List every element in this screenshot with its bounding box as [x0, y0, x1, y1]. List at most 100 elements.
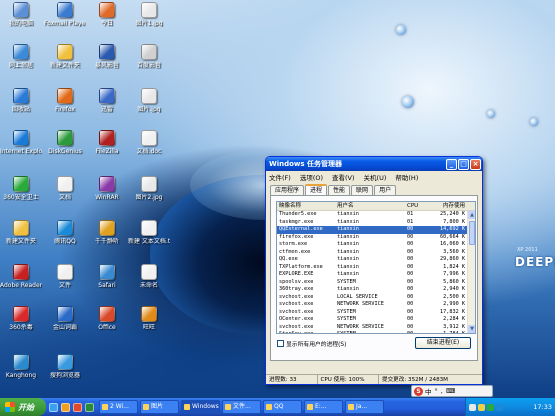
- process-row[interactable]: storm.exe tianxin 00 16,060 K: [277, 241, 475, 249]
- taskbar-button[interactable]: 图片: [140, 400, 179, 414]
- tab-applications[interactable]: 应用程序: [270, 185, 305, 195]
- process-row[interactable]: StorSrv.exe SYSTEM 00 1,784 K: [277, 331, 475, 333]
- desktop-icon[interactable]: 迅雷: [86, 88, 128, 124]
- process-row[interactable]: Thunder5.exe tianxin 01 25,240 K: [277, 211, 475, 219]
- desktop-icon[interactable]: 百度影音: [128, 44, 170, 80]
- checkbox-box[interactable]: [277, 340, 284, 347]
- taskbar-button[interactable]: Windows...: [181, 400, 220, 414]
- desktop-icon[interactable]: 360杀毒: [0, 306, 42, 342]
- taskbar-button[interactable]: 文件...: [222, 400, 261, 414]
- desktop-icon[interactable]: Adobe Reader: [0, 264, 42, 300]
- desktop-icon[interactable]: Office: [86, 306, 128, 342]
- start-button[interactable]: 开始: [0, 398, 46, 416]
- desktop-icon[interactable]: 网上邻居: [0, 44, 42, 80]
- quick-launch-icon[interactable]: [73, 402, 82, 412]
- taskbar-button[interactable]: Ja...: [345, 400, 384, 414]
- taskbar-button[interactable]: QQ: [263, 400, 302, 414]
- desktop-icon[interactable]: 新建 文本文档.txt: [128, 220, 170, 256]
- end-process-button[interactable]: 结束进程(E): [415, 337, 471, 349]
- process-row[interactable]: TXPlatform.exe tianxin 00 1,824 K: [277, 264, 475, 272]
- scroll-up-arrow[interactable]: ▲: [468, 211, 475, 219]
- show-all-processes-checkbox[interactable]: 显示所有用户的进程(S): [277, 339, 346, 348]
- keyboard-icon[interactable]: ⌨: [446, 387, 455, 395]
- process-row[interactable]: QQ.exe tianxin 00 29,860 K: [277, 256, 475, 264]
- scroll-down-arrow[interactable]: ▼: [468, 325, 475, 333]
- quick-launch-icon[interactable]: [85, 402, 94, 412]
- tab-performance[interactable]: 性能: [328, 185, 351, 195]
- menu-options[interactable]: 选项(O): [300, 172, 323, 182]
- column-mem-usage[interactable]: 内存使用: [422, 202, 467, 210]
- desktop-icon[interactable]: Internet Explorer: [0, 130, 42, 166]
- tab-users[interactable]: 用户: [374, 185, 397, 195]
- taskbar-button[interactable]: E:...: [304, 400, 343, 414]
- process-row[interactable]: svchost.exe SYSTEM 00 17,832 K: [277, 309, 475, 317]
- desktop-icon[interactable]: 新建文件夹: [0, 220, 42, 256]
- menu-shutdown[interactable]: 关机(U): [364, 172, 387, 182]
- process-row[interactable]: ctfmon.exe tianxin 00 3,560 K: [277, 249, 475, 257]
- desktop-icon[interactable]: 图片1.jpg: [128, 2, 170, 38]
- desktop-icon[interactable]: 暴风影音: [86, 44, 128, 80]
- column-cpu[interactable]: CPU: [405, 202, 422, 210]
- tab-networking[interactable]: 联网: [351, 185, 374, 195]
- desktop-icon[interactable]: 360安全卫士: [0, 176, 42, 212]
- ime-toolbar[interactable]: S 中 ° , ⌨: [411, 385, 493, 397]
- process-row[interactable]: OCenter.exe SYSTEM 00 2,284 K: [277, 316, 475, 324]
- desktop-icon[interactable]: 文件: [44, 264, 86, 300]
- close-button[interactable]: ×: [470, 158, 481, 170]
- desktop-icon[interactable]: Safari: [86, 264, 128, 300]
- process-row[interactable]: taskmgr.exe tianxin 01 7,800 K: [277, 219, 475, 227]
- desktop-icon[interactable]: 图片2.jpg: [128, 176, 170, 212]
- desktop-icon[interactable]: Firefox: [44, 88, 86, 124]
- task-manager-window[interactable]: Windows 任务管理器 _ □ × 文件(F) 选项(O) 查看(V) 关机…: [265, 156, 483, 385]
- ime-mode[interactable]: 中: [425, 386, 432, 396]
- desktop-icon[interactable]: 新建文件夹: [44, 44, 86, 80]
- column-user-name[interactable]: 用户名: [335, 202, 405, 210]
- menu-file[interactable]: 文件(F): [269, 172, 291, 182]
- qq-tray-icon[interactable]: [496, 403, 503, 411]
- desktop-icon[interactable]: 图片.jpg: [128, 88, 170, 124]
- minimize-button[interactable]: _: [446, 158, 457, 170]
- process-row[interactable]: QQExternal.exe tianxin 00 14,692 K: [277, 226, 475, 234]
- ime-punct[interactable]: ,: [441, 387, 443, 395]
- desktop-icon[interactable]: DiskGenius: [44, 130, 86, 166]
- desktop-icon[interactable]: 未命名: [128, 264, 170, 300]
- title-bar[interactable]: Windows 任务管理器 _ □ ×: [266, 157, 482, 171]
- desktop-icon[interactable]: 千千静听: [86, 220, 128, 256]
- network-icon[interactable]: [469, 403, 476, 411]
- desktop-icon[interactable]: 旺旺: [128, 306, 170, 342]
- column-image-name[interactable]: 映像名称: [277, 202, 335, 210]
- menu-help[interactable]: 帮助(H): [395, 172, 418, 182]
- scroll-thumb[interactable]: [469, 221, 475, 245]
- menu-view[interactable]: 查看(V): [332, 172, 355, 182]
- process-row[interactable]: EXPLORE.EXE tianxin 00 7,996 K: [277, 271, 475, 279]
- process-row[interactable]: svchost.exe NETWORK SERVICE 00 2,990 K: [277, 301, 475, 309]
- desktop-icon[interactable]: WinRAR: [86, 176, 128, 212]
- security-icon[interactable]: [487, 403, 494, 411]
- desktop-icon[interactable]: Foxmail Player: [44, 2, 86, 38]
- volume-icon[interactable]: [478, 403, 485, 411]
- sogou-ime-icon[interactable]: S: [414, 386, 423, 396]
- clock[interactable]: 17:33: [533, 403, 555, 411]
- tab-processes[interactable]: 进程: [305, 184, 328, 195]
- desktop-icon[interactable]: 我的电脑: [0, 2, 42, 38]
- desktop-icon[interactable]: 回收站: [0, 88, 42, 124]
- quick-launch-icon[interactable]: [61, 402, 70, 412]
- process-row[interactable]: svchost.exe NETWORK SERVICE 00 3,912 K: [277, 324, 475, 332]
- process-row[interactable]: spoolsv.exe SYSTEM 00 5,860 K: [277, 279, 475, 287]
- quick-launch-icon[interactable]: [49, 402, 58, 412]
- desktop-icon[interactable]: 今日: [86, 2, 128, 38]
- desktop-icon[interactable]: 搜狗浏览器: [44, 354, 86, 390]
- taskbar-button[interactable]: 2 Wi...: [99, 400, 138, 414]
- desktop-icon[interactable]: FileZilla: [86, 130, 128, 166]
- ime-width[interactable]: °: [435, 387, 438, 395]
- process-row[interactable]: firefox.exe tianxin 00 60,664 K: [277, 234, 475, 242]
- process-row[interactable]: svchost.exe LOCAL SERVICE 00 2,500 K: [277, 294, 475, 302]
- process-row[interactable]: 360tray.exe tianxin 00 2,940 K: [277, 286, 475, 294]
- maximize-button[interactable]: □: [458, 158, 469, 170]
- process-list[interactable]: 映像名称 用户名 CPU 内存使用 Thunder5.exe tianxin 01 2…: [276, 201, 476, 334]
- vertical-scrollbar[interactable]: ▲ ▼: [467, 211, 475, 333]
- desktop-icon[interactable]: 文档: [44, 176, 86, 212]
- desktop-icon[interactable]: Kanghong: [0, 354, 42, 390]
- desktop-icon[interactable]: 腾讯QQ: [44, 220, 86, 256]
- desktop-icon[interactable]: 金山词霸: [44, 306, 86, 342]
